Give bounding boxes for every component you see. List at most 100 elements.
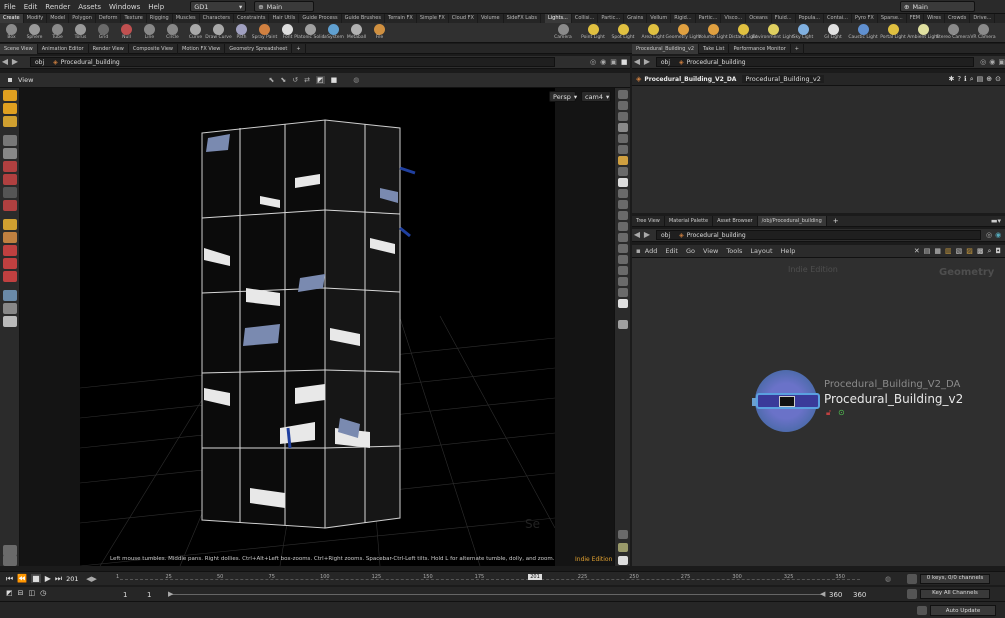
shelf-tool[interactable]: Point Light bbox=[578, 23, 608, 43]
menu-item[interactable]: File bbox=[0, 0, 20, 14]
left-path-box[interactable]: obj ◈ Procedural_building bbox=[30, 57, 555, 67]
shelf-tool[interactable]: Ambient Light bbox=[907, 23, 939, 43]
rotate-icon[interactable]: ↺ bbox=[292, 76, 298, 84]
shape-icon[interactable]: ▩ bbox=[977, 247, 984, 256]
network-menu-item[interactable]: Layout bbox=[746, 247, 776, 255]
shelf-tool[interactable]: Path bbox=[230, 23, 253, 43]
shelf-tool[interactable]: Box bbox=[0, 23, 23, 43]
shelf-tool[interactable]: Portal Light bbox=[878, 23, 908, 43]
snap-point-icon[interactable] bbox=[3, 271, 17, 282]
unlocked-icon[interactable]: 🔓︎ bbox=[826, 408, 831, 418]
network-tab[interactable]: /obj/Procedural_building bbox=[757, 216, 827, 226]
bounds-icon[interactable] bbox=[618, 255, 628, 264]
pin-icon[interactable]: ◎ bbox=[980, 58, 986, 66]
shelf-tool[interactable]: Draw Curve bbox=[205, 23, 232, 43]
node-name-label[interactable]: Procedural_Building_v2 bbox=[824, 392, 963, 406]
range-icon[interactable]: ◩ bbox=[6, 589, 13, 597]
update-icon[interactable] bbox=[917, 606, 927, 615]
shelf-tool[interactable]: Null bbox=[115, 23, 138, 43]
search-icon[interactable]: ⌕ bbox=[988, 247, 992, 256]
network-menu-item[interactable]: View bbox=[699, 247, 722, 255]
forward-arrow-icon[interactable]: ▶ bbox=[642, 57, 652, 67]
select-tool-icon[interactable] bbox=[3, 90, 17, 101]
menu-item[interactable]: Assets bbox=[74, 0, 105, 14]
shelf-tool[interactable]: Camera bbox=[548, 23, 578, 43]
vector-icon[interactable] bbox=[618, 222, 628, 231]
info-icon[interactable]: ℹ bbox=[964, 75, 967, 84]
wrench-icon[interactable]: ✕ bbox=[914, 247, 920, 256]
range-end-handle-icon[interactable]: ◀ bbox=[820, 590, 825, 598]
range-end-playback[interactable]: 360 bbox=[829, 591, 842, 599]
key-all-icon[interactable] bbox=[907, 589, 917, 599]
pointer-tool-icon[interactable] bbox=[3, 135, 17, 146]
realtime-icon[interactable]: ⊟ bbox=[18, 589, 24, 597]
menu-item[interactable]: Help bbox=[144, 0, 168, 14]
network-menu-item[interactable]: Tools bbox=[722, 247, 746, 255]
right-path-box[interactable]: obj ◈ Procedural_building bbox=[655, 57, 975, 67]
help-icon[interactable] bbox=[618, 530, 628, 539]
play-icon[interactable]: ▶ bbox=[45, 574, 51, 583]
points-icon[interactable] bbox=[618, 134, 628, 143]
view-tool-icon[interactable] bbox=[3, 232, 17, 243]
shelf-tool[interactable]: Geometry Light bbox=[665, 23, 701, 43]
desktop-select[interactable]: GD1 ▾ bbox=[190, 1, 247, 12]
light-icon[interactable] bbox=[618, 156, 628, 165]
add-tab-icon[interactable]: + bbox=[833, 217, 839, 225]
frame-step-icon[interactable]: ◀▶ bbox=[86, 575, 97, 583]
pane-tab[interactable]: Procedural_Building_v2 bbox=[632, 43, 700, 54]
snap-icon[interactable]: ◩ bbox=[315, 76, 325, 84]
info-icon[interactable] bbox=[618, 320, 628, 329]
jump-end-icon[interactable]: ⏭ bbox=[55, 574, 62, 584]
background-icon[interactable] bbox=[618, 167, 628, 176]
network-tab[interactable]: Tree View bbox=[632, 216, 665, 226]
clock-icon[interactable]: ◷ bbox=[40, 589, 46, 597]
audio-icon[interactable]: ◍ bbox=[885, 575, 891, 583]
prims-icon[interactable] bbox=[618, 233, 628, 242]
pin-icon[interactable]: ◎ bbox=[986, 231, 992, 239]
menu-item[interactable]: Edit bbox=[20, 0, 42, 14]
shelf-tool[interactable]: Environment Light bbox=[752, 23, 794, 43]
shelf-tool[interactable]: Metaball bbox=[345, 23, 368, 43]
wireframe-icon[interactable] bbox=[618, 101, 628, 110]
scene-viewport[interactable]: Se bbox=[80, 88, 555, 566]
fullscreen-icon[interactable] bbox=[618, 556, 628, 565]
shelf-tool[interactable]: File bbox=[368, 23, 391, 43]
scale-tool-icon[interactable] bbox=[3, 174, 17, 185]
pane-menu-icon[interactable]: ▬▾ bbox=[991, 217, 1001, 225]
back-arrow-icon[interactable]: ◀ bbox=[632, 230, 642, 240]
forward-arrow-icon[interactable]: ▶ bbox=[642, 230, 652, 240]
shelf-tool[interactable]: Stereo Camera bbox=[936, 23, 970, 43]
shaded-icon[interactable] bbox=[618, 112, 628, 121]
lock-icon[interactable]: ⊙ bbox=[995, 75, 1001, 84]
template-icon[interactable] bbox=[618, 266, 628, 275]
gear-icon[interactable]: ✱ bbox=[948, 75, 954, 84]
link-icon[interactable]: ◉ bbox=[995, 231, 1001, 239]
normals-icon[interactable] bbox=[618, 145, 628, 154]
shelf-tool[interactable]: Platonic Solids bbox=[294, 23, 327, 43]
menu-item[interactable]: Windows bbox=[105, 0, 144, 14]
auto-update-button[interactable]: Auto Update bbox=[930, 605, 996, 616]
render-region-icon[interactable] bbox=[3, 316, 17, 327]
visibility-icon[interactable] bbox=[618, 178, 628, 187]
pane-tab[interactable]: Geometry Spreadsheet bbox=[225, 43, 293, 54]
range-start-playback[interactable]: 1 bbox=[147, 591, 151, 599]
shelf-tool[interactable]: Sphere bbox=[23, 23, 46, 43]
paint-tool-icon[interactable] bbox=[3, 219, 17, 230]
camera-button[interactable]: cam4 ▾ bbox=[581, 91, 611, 102]
grid-view-icon[interactable]: ▦ bbox=[934, 247, 941, 256]
shelf-tool[interactable]: VR Camera bbox=[968, 23, 998, 43]
key-icon[interactable] bbox=[907, 574, 917, 584]
pane-tab[interactable]: Render View bbox=[89, 43, 129, 54]
network-path-box[interactable]: obj ◈ Procedural_building bbox=[656, 230, 981, 240]
shelf-tool[interactable]: Sky Light bbox=[788, 23, 818, 43]
range-start-handle-icon[interactable]: ▶ bbox=[168, 590, 173, 598]
range-end[interactable]: 360 bbox=[853, 591, 866, 599]
pose-tool-icon[interactable] bbox=[3, 200, 17, 211]
network-tab[interactable]: Asset Browser bbox=[713, 216, 758, 226]
back-arrow-icon[interactable]: ◀ bbox=[0, 57, 10, 67]
ghost-icon[interactable] bbox=[618, 123, 628, 132]
magnet-icon[interactable] bbox=[3, 245, 17, 256]
building-node[interactable] bbox=[752, 393, 820, 409]
camera-tool-icon[interactable] bbox=[3, 290, 17, 301]
add-tab-icon[interactable]: + bbox=[292, 43, 306, 54]
